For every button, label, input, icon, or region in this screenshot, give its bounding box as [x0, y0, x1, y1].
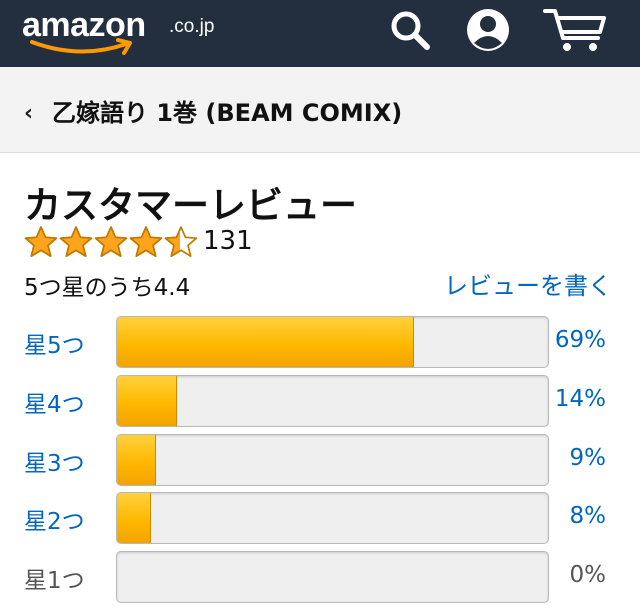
write-review-link[interactable]: レビューを書く [444, 266, 612, 301]
back-chevron-icon[interactable]: ‹ [24, 103, 33, 125]
star-icon [94, 226, 128, 257]
histogram-bar [116, 375, 549, 427]
histogram-row[interactable]: 星3つ 9% [0, 434, 640, 488]
histogram-bar [116, 492, 549, 544]
histogram-bar-fill [117, 317, 415, 367]
logo-smile-icon [30, 38, 132, 55]
star-icon [59, 226, 93, 257]
histogram-row[interactable]: 星4つ 14% [0, 375, 640, 429]
star-icon [129, 226, 163, 257]
review-count[interactable]: 131 [203, 226, 253, 256]
account-icon [467, 9, 509, 51]
histogram-bar [116, 551, 549, 603]
histogram-percent: 0% [569, 562, 607, 588]
search-icon [391, 11, 430, 50]
average-rating-text: 5つ星のうち4.4 [24, 275, 191, 301]
histogram-percent[interactable]: 9% [570, 445, 607, 471]
product-title-link[interactable]: 乙嫁語り 1巻 (BEAM COMIX) [52, 93, 402, 128]
histogram-star-label[interactable]: 星3つ [24, 444, 85, 478]
histogram-row[interactable]: 星5つ 69% [0, 316, 640, 370]
star-icon [164, 226, 198, 257]
top-navigation-bar: amazon .co.jp [0, 0, 640, 67]
star-icon [24, 226, 58, 257]
histogram-star-label[interactable]: 星2つ [24, 502, 85, 536]
star-rating [24, 225, 198, 259]
histogram-bar-fill [117, 435, 156, 485]
cart-icon [543, 9, 606, 51]
histogram-bar [116, 316, 549, 368]
histogram-bar [116, 434, 549, 486]
histogram-percent[interactable]: 14% [555, 386, 606, 412]
histogram-bar-fill [117, 493, 152, 543]
account-button[interactable] [463, 7, 513, 53]
histogram-percent[interactable]: 8% [570, 503, 607, 529]
histogram-star-label[interactable]: 星4つ [24, 385, 85, 419]
histogram-percent[interactable]: 69% [555, 327, 606, 353]
histogram-star-label[interactable]: 星5つ [24, 326, 85, 360]
histogram-bar-fill [117, 376, 178, 426]
histogram-row: 星1つ 0% [0, 551, 640, 605]
search-button[interactable] [385, 7, 435, 53]
cart-button[interactable] [540, 7, 610, 53]
logo-domain: .co.jp [169, 16, 215, 37]
histogram-star-label: 星1つ [24, 568, 85, 594]
histogram-row[interactable]: 星2つ 8% [0, 492, 640, 546]
amazon-logo[interactable]: amazon .co.jp [22, 6, 232, 58]
breadcrumb[interactable]: ‹ 乙嫁語り 1巻 (BEAM COMIX) [0, 67, 640, 153]
customer-reviews-heading: カスタマーレビュー [24, 184, 357, 227]
